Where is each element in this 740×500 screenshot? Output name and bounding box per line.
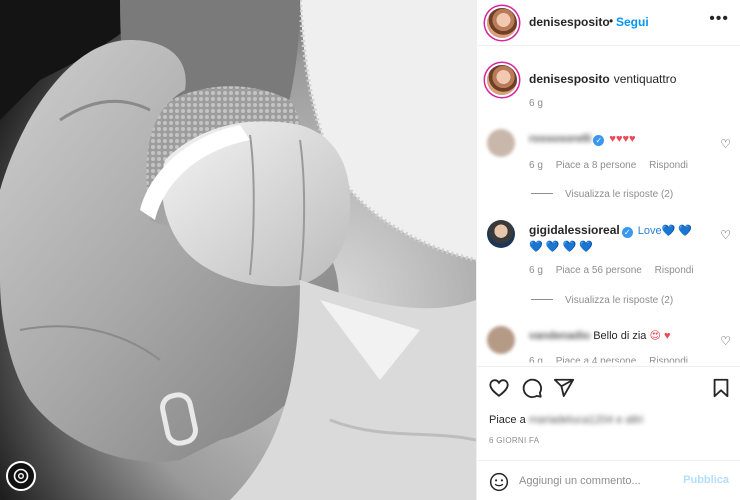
caption-time: 6 g — [529, 98, 543, 109]
comment-likes[interactable]: Piace a 8 persone — [556, 160, 637, 171]
reply-button[interactable]: Rispondi — [649, 160, 688, 171]
commenter-username[interactable]: vandenadio — [529, 330, 590, 342]
comment-time: 6 g — [529, 160, 543, 171]
comment-body: ♥♥♥♥ — [609, 133, 636, 145]
caption-body: ventiquattro — [613, 72, 677, 86]
commenter-avatar[interactable] — [487, 220, 515, 248]
commenter-avatar[interactable] — [487, 129, 515, 157]
commenter-avatar[interactable] — [487, 326, 515, 354]
caption-avatar[interactable] — [487, 65, 517, 95]
post-sidebar: denisesposito • Segui ••• denisesposito v… — [476, 0, 740, 500]
comment-meta: 6 g Piace a 8 persone Rispondi — [529, 160, 698, 171]
view-replies-label: Visualizza le risposte (2) — [565, 295, 674, 306]
comment-like-icon[interactable]: ♡ — [720, 228, 731, 242]
view-replies-button[interactable]: Visualizza le risposte (2) — [531, 295, 673, 306]
publish-button[interactable]: Pubblica — [683, 474, 729, 486]
separator-dot: • — [609, 14, 614, 28]
comment-likes[interactable]: Piace a 56 persone — [556, 265, 642, 276]
replies-line — [531, 299, 553, 300]
emoji-icon[interactable] — [489, 472, 509, 492]
comment-like-icon[interactable]: ♡ — [720, 334, 731, 348]
bookmark-icon[interactable] — [711, 377, 731, 399]
commenter-username[interactable]: gigidalessioreal — [529, 223, 620, 237]
view-replies-label: Visualizza le risposte (2) — [565, 189, 674, 200]
comment-body: Bello di zia — [593, 330, 647, 342]
comment-text: rossosorelli ✓ ♥♥♥♥ — [529, 131, 705, 147]
likes-line: Piace a mariadeluca1204 e altri — [489, 414, 643, 426]
share-icon[interactable] — [553, 377, 575, 399]
post-photo[interactable] — [0, 0, 476, 500]
comment-composer: Pubblica — [477, 460, 740, 500]
verified-icon: ✓ — [593, 135, 605, 146]
follow-button[interactable]: Segui — [616, 15, 649, 29]
view-replies-button[interactable]: Visualizza le risposte (2) — [531, 189, 673, 200]
likes-users[interactable]: mariadeluca1204 e altri — [529, 414, 643, 426]
post-header: denisesposito • Segui ••• — [477, 0, 740, 46]
comment-icon[interactable] — [521, 377, 543, 399]
more-options-icon[interactable]: ••• — [709, 11, 729, 27]
comment-text: gigidalessioreal ✓ Love💙 💙 💙 💙 💙 💙 — [529, 222, 705, 255]
comment-emoji: 😍 ♥ — [649, 330, 671, 342]
likes-prefix: Piace a — [489, 414, 526, 426]
comment-like-icon[interactable]: ♡ — [720, 137, 731, 151]
comment-time: 6 g — [529, 265, 543, 276]
author-username[interactable]: denisesposito — [529, 15, 610, 29]
baby-hand-photo — [0, 0, 476, 500]
comment-input[interactable] — [519, 473, 679, 489]
reply-button[interactable]: Rispondi — [655, 265, 694, 276]
caption-username[interactable]: denisesposito — [529, 72, 610, 86]
commenter-username[interactable]: rossosorelli — [529, 133, 591, 145]
post-date: 6 GIORNI FA — [489, 436, 540, 445]
replies-line — [531, 193, 553, 194]
caption-text: denisesposito ventiquattro — [529, 72, 676, 86]
comment-meta: 6 g Piace a 56 persone Rispondi — [529, 265, 704, 276]
verified-icon: ✓ — [621, 227, 633, 238]
author-avatar[interactable] — [487, 8, 517, 38]
comment-text: vandenadio Bello di zia 😍 ♥ — [529, 328, 705, 344]
threads-icon[interactable] — [6, 461, 36, 491]
heart-icon[interactable] — [488, 377, 510, 399]
action-bar: Piace a mariadeluca1204 e altri 6 GIORNI… — [477, 366, 740, 460]
